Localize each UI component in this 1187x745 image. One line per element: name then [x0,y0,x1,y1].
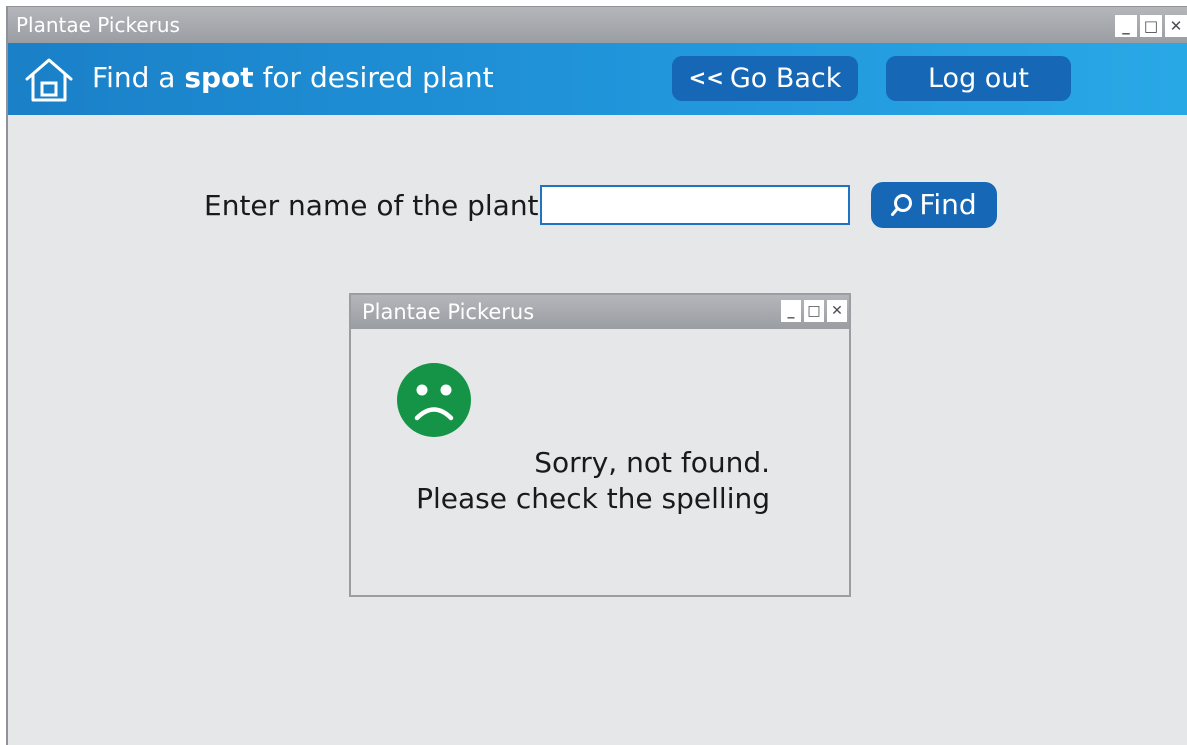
dialog-minimize-button[interactable]: _ [781,300,801,322]
dialog-close-button[interactable]: ✕ [827,300,847,322]
app-header: Find a spot for desired plant << Go Back … [8,43,1187,115]
plant-name-input[interactable] [540,185,850,225]
plant-name-label: Enter name of the plant: [204,189,548,222]
magnifier-icon [891,194,913,216]
page-title: Find a spot for desired plant [92,61,494,94]
message-line-1: Sorry, not found. [534,446,770,479]
close-button[interactable]: ✕ [1165,15,1187,37]
window-titlebar[interactable]: Plantae Pickerus _ □ ✕ [8,7,1187,43]
home-icon[interactable] [24,57,74,103]
not-found-dialog: Plantae Pickerus _ □ ✕ Sorry, not found.… [349,293,851,597]
double-chevron-left-icon: << [688,66,724,90]
dialog-maximize-button[interactable]: □ [804,300,824,322]
dialog-titlebar[interactable]: Plantae Pickerus _ □ ✕ [351,295,849,329]
window-controls: _ □ ✕ [1115,15,1187,37]
logout-button[interactable]: Log out [886,56,1071,101]
find-label: Find [919,188,977,221]
not-found-message: Sorry, not found. Please check the spell… [416,445,770,517]
go-back-label: Go Back [729,63,842,94]
minimize-button[interactable]: _ [1115,15,1137,37]
dialog-title: Plantae Pickerus [362,300,535,324]
message-line-2: Please check the spelling [416,482,770,515]
dialog-window-controls: _ □ ✕ [781,300,847,322]
maximize-button[interactable]: □ [1140,15,1162,37]
sad-face-icon [397,363,471,437]
go-back-button[interactable]: << Go Back [672,56,858,101]
find-button[interactable]: Find [871,182,997,228]
window-title: Plantae Pickerus [16,13,180,37]
main-window: Plantae Pickerus _ □ ✕ Find a spot for d… [6,6,1187,745]
